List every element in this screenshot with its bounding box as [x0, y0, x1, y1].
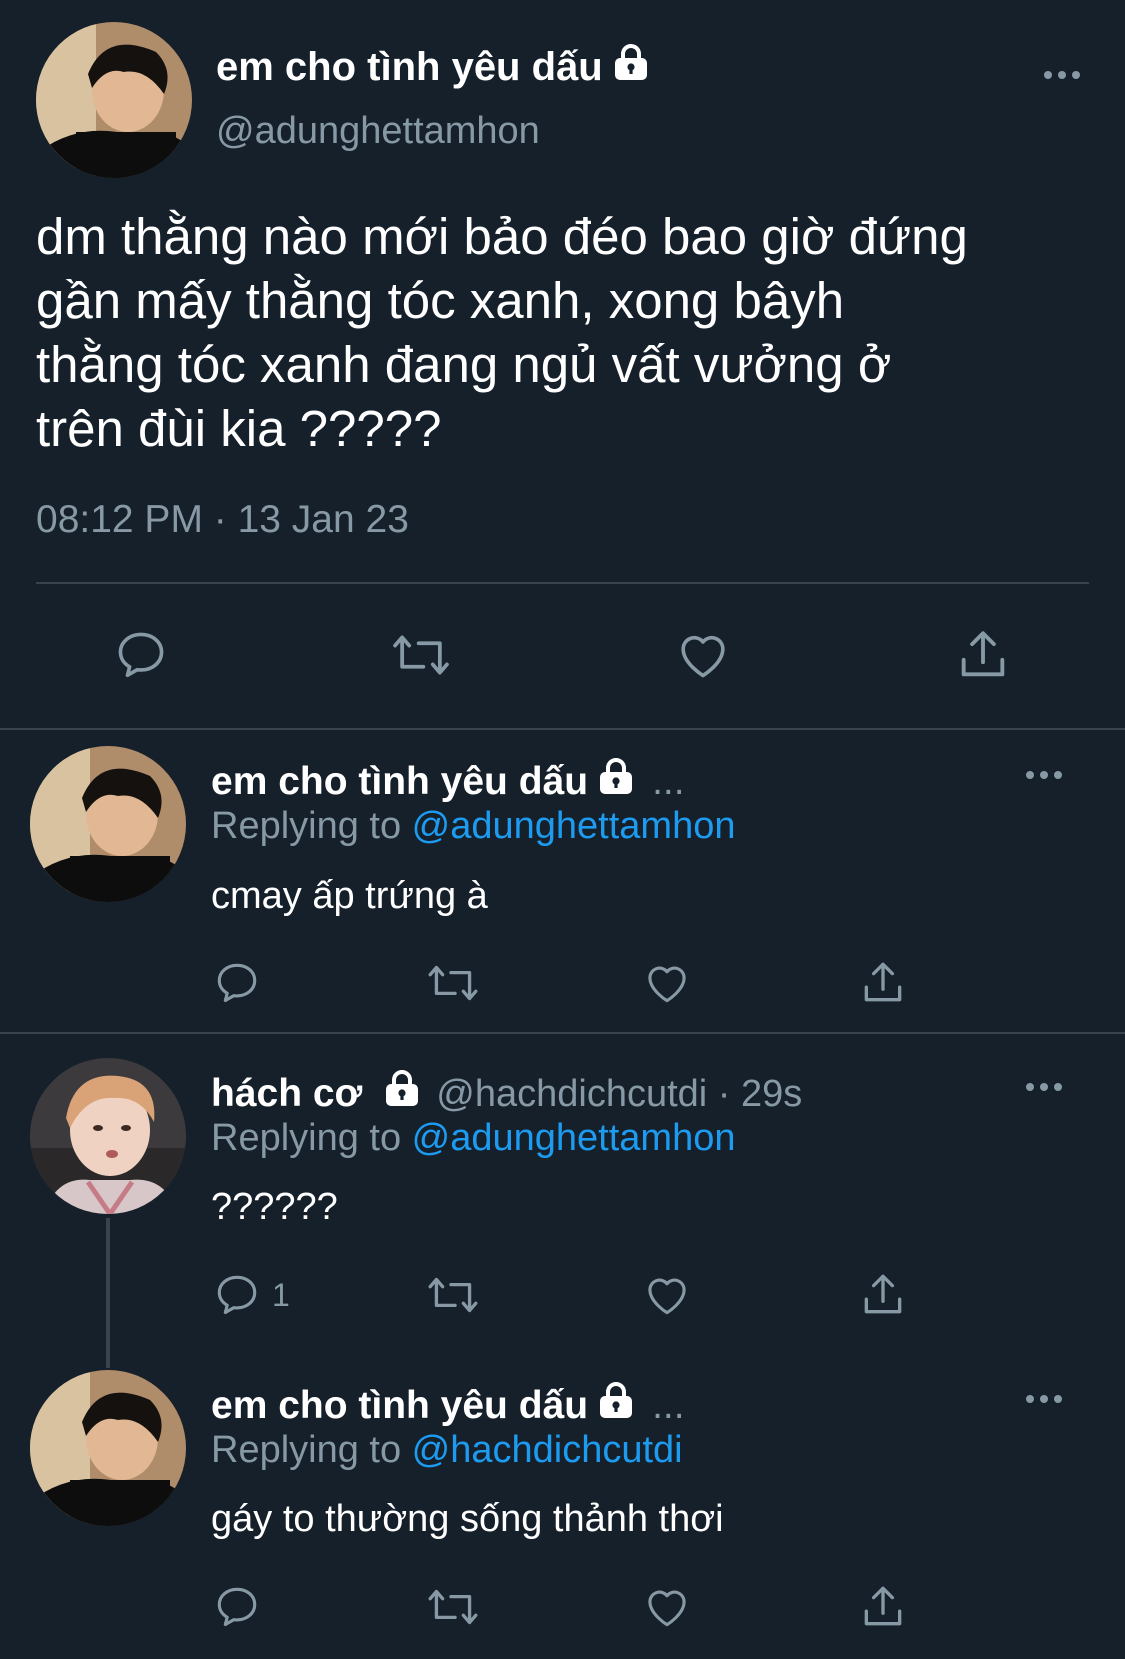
like-icon	[681, 635, 725, 678]
more-options-icon[interactable]	[1026, 1395, 1062, 1403]
like-icon	[648, 966, 686, 1003]
tweet-text-line: gần mấy thằng tóc xanh, xong bâyh	[36, 272, 845, 329]
lock-icon	[614, 44, 647, 80]
more-options-icon[interactable]	[1026, 771, 1062, 779]
like-button[interactable]	[674, 626, 732, 684]
display-name[interactable]: hách cơ @hachdichcutdi · 29s	[211, 1068, 802, 1116]
reply-icon	[217, 1275, 257, 1315]
retweet-icon	[428, 1277, 478, 1313]
avatar[interactable]	[30, 1058, 186, 1214]
more-options-icon[interactable]	[1044, 71, 1080, 79]
handle[interactable]: @adunghettamhon	[216, 110, 540, 153]
retweet-button[interactable]	[424, 1270, 482, 1320]
timestamp[interactable]: 08:12 PM · 13 Jan 23	[36, 498, 409, 542]
reply-icon	[217, 963, 257, 1003]
like-button[interactable]	[642, 958, 692, 1008]
replying-prefix: Replying to	[211, 1429, 412, 1471]
display-name-text[interactable]: em cho tình yêu dấu	[211, 760, 588, 803]
more-options-icon[interactable]	[1026, 1083, 1062, 1091]
lock-icon	[386, 1070, 419, 1106]
thread-connector	[106, 1218, 110, 1368]
reply-icon	[217, 1587, 257, 1627]
avatar[interactable]	[30, 1370, 186, 1526]
retweet-icon	[393, 635, 449, 675]
share-button[interactable]	[858, 1270, 908, 1320]
share-button[interactable]	[954, 626, 1012, 684]
reply-button[interactable]	[212, 1582, 262, 1632]
like-icon	[648, 1278, 686, 1315]
like-icon	[648, 1590, 686, 1627]
replying-to: Replying to @adunghettamhon	[211, 805, 736, 848]
retweet-icon	[428, 965, 478, 1001]
reply-button[interactable]	[212, 958, 262, 1008]
display-name-text[interactable]: em cho tình yêu dấu	[211, 1384, 588, 1427]
avatar[interactable]	[36, 22, 192, 178]
display-name[interactable]: em cho tình yêu dấu	[216, 42, 651, 90]
like-button[interactable]	[642, 1582, 692, 1632]
tweet-text: cmay ấp trứng à	[211, 875, 488, 917]
tweet-text: dm thằng nào mới bảo đéo bao giờ đứng gầ…	[36, 205, 968, 461]
mention-link[interactable]: @adunghettamhon	[412, 1117, 736, 1159]
retweet-icon	[428, 1589, 478, 1625]
replying-to: Replying to @adunghettamhon	[211, 1117, 736, 1160]
mention-link[interactable]: @hachdichcutdi	[412, 1429, 683, 1471]
reply-count: 1	[272, 1276, 290, 1313]
tweet-text-line: dm thằng nào mới bảo đéo bao giờ đứng	[36, 208, 968, 265]
mention-link[interactable]: @adunghettamhon	[412, 805, 736, 847]
reply-icon	[118, 632, 164, 678]
share-button[interactable]	[858, 1582, 908, 1632]
retweet-button[interactable]	[424, 958, 482, 1008]
truncation-ellipsis: ...	[652, 1384, 685, 1427]
share-button[interactable]	[858, 958, 908, 1008]
tweet-text: gáy to thường sống thảnh thơi	[211, 1498, 724, 1540]
like-button[interactable]	[642, 1270, 692, 1320]
retweet-button[interactable]	[424, 1582, 482, 1632]
tweet-text-line: trên đùi kia ?????	[36, 400, 442, 457]
divider	[0, 728, 1125, 730]
display-name[interactable]: em cho tình yêu dấu...	[211, 1380, 685, 1428]
lock-icon	[600, 1382, 633, 1418]
tweet-text: ??????	[211, 1186, 338, 1228]
reply-button[interactable]: 1	[212, 1270, 290, 1320]
replying-to: Replying to @hachdichcutdi	[211, 1429, 683, 1472]
display-name-text[interactable]: em cho tình yêu dấu	[216, 45, 603, 89]
avatar[interactable]	[30, 746, 186, 902]
reply-button[interactable]	[112, 626, 170, 684]
share-icon	[864, 962, 902, 1002]
divider	[36, 582, 1089, 584]
replying-prefix: Replying to	[211, 1117, 412, 1159]
display-name-text[interactable]: hách cơ	[211, 1072, 362, 1115]
truncation-ellipsis: ...	[652, 760, 685, 803]
share-icon	[864, 1274, 902, 1314]
tweet-text-line: thằng tóc xanh đang ngủ vất vưởng ở	[36, 336, 892, 393]
replying-prefix: Replying to	[211, 805, 412, 847]
lock-icon	[600, 758, 633, 794]
handle-and-time[interactable]: @hachdichcutdi · 29s	[436, 1073, 802, 1115]
share-icon	[961, 631, 1005, 677]
divider	[0, 1032, 1125, 1034]
retweet-button[interactable]	[388, 626, 454, 684]
share-icon	[864, 1586, 902, 1626]
display-name[interactable]: em cho tình yêu dấu...	[211, 756, 685, 804]
